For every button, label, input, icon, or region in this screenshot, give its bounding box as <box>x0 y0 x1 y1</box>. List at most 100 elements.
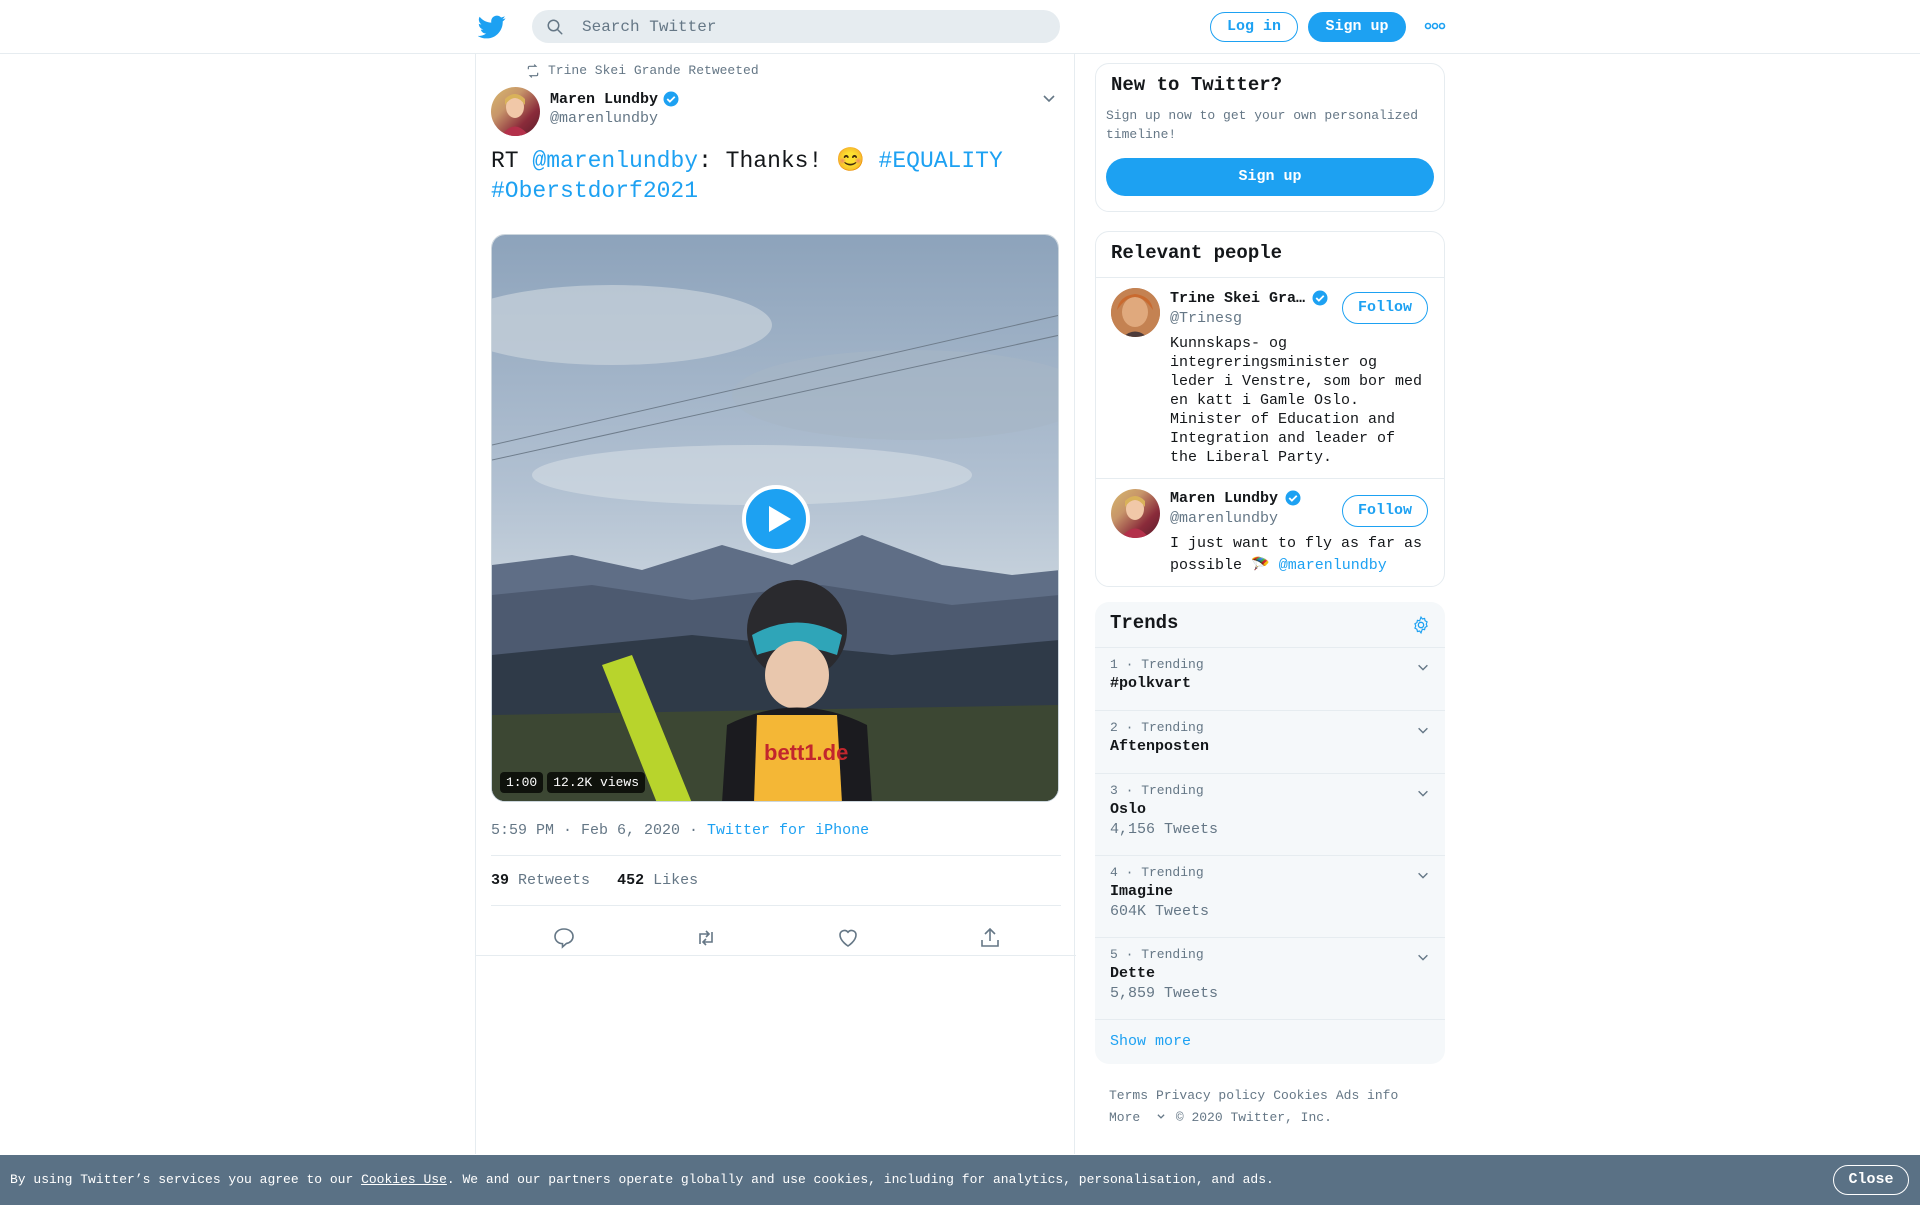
search-box[interactable] <box>532 10 1060 43</box>
person-name[interactable]: Maren Lundby <box>1170 489 1302 507</box>
tweet-text: RT @marenlundby: Thanks! 😊 #EQUALITY #Ob… <box>491 146 1051 206</box>
trend-name[interactable]: Dette <box>1110 964 1430 984</box>
reply-icon[interactable] <box>552 926 576 950</box>
trends-card: Trends 1 · Trending #polkvart 2 · Trendi… <box>1095 602 1445 1064</box>
chevron-down-icon[interactable] <box>1416 950 1430 964</box>
trend-meta: 1 · Trending <box>1110 657 1204 672</box>
retweets-label: Retweets <box>518 872 591 889</box>
settings-gear-icon[interactable] <box>1411 615 1431 635</box>
person-item[interactable]: Maren Lundby @marenlundby Follow I just … <box>1096 478 1444 587</box>
search-icon <box>547 19 563 35</box>
chevron-down-icon[interactable] <box>1416 723 1430 737</box>
tweet-text-prefix: RT <box>491 148 533 174</box>
tweet-column: Trine Skei Grande Retweeted Maren Lundby… <box>475 54 1076 1154</box>
retweets-count: 39 <box>491 872 510 889</box>
chevron-down-icon[interactable] <box>1041 90 1057 106</box>
person-avatar[interactable] <box>1111 489 1160 538</box>
like-icon[interactable] <box>836 926 860 950</box>
footer-more-label[interactable]: More <box>1109 1110 1140 1125</box>
cookie-text: By using Twitter’s services you agree to… <box>10 1172 1274 1187</box>
person-handle[interactable]: @Trinesg <box>1170 310 1242 327</box>
hashtag-equality-link[interactable]: #EQUALITY <box>879 148 1003 174</box>
video-duration: 1:00 <box>500 772 544 793</box>
retweets-stat[interactable]: 39 Retweets <box>491 872 590 889</box>
video-badges: 1:00 12.2K views <box>500 772 646 793</box>
person-avatar[interactable] <box>1111 288 1160 337</box>
author-handle[interactable]: @marenlundby <box>550 110 658 127</box>
tweet-source-link[interactable]: Twitter for iPhone <box>707 822 869 839</box>
person-item[interactable]: Trine Skei Gra… @Trinesg Follow Kunnskap… <box>1096 277 1444 478</box>
tweet-actions <box>476 920 1076 960</box>
trends-title: Trends <box>1110 612 1179 634</box>
retweet-small-icon <box>527 63 539 78</box>
trend-item[interactable]: 3 · Trending Oslo 4,156 Tweets <box>1095 773 1445 855</box>
chevron-down-icon[interactable] <box>1416 868 1430 882</box>
likes-stat[interactable]: 452 Likes <box>617 872 698 889</box>
twitter-logo-icon[interactable] <box>478 13 506 41</box>
divider <box>491 855 1061 856</box>
tweet-meta: 5:59 PM · Feb 6, 2020 · Twitter for iPho… <box>491 822 869 839</box>
person-bio: Kunnskaps- og integreringsminister og le… <box>1170 335 1423 466</box>
retweeted-by-text[interactable]: Trine Skei Grande Retweeted <box>548 63 759 78</box>
person-name-text[interactable]: Maren Lundby <box>1170 490 1278 507</box>
tweet-timestamp[interactable]: 5:59 PM · Feb 6, 2020 · <box>491 822 707 839</box>
avatar-image <box>1121 496 1149 538</box>
person-handle[interactable]: @marenlundby <box>1170 510 1278 527</box>
person-name-text[interactable]: Trine Skei Gra… <box>1170 290 1305 307</box>
trend-item[interactable]: 4 · Trending Imagine 604K Tweets <box>1095 855 1445 937</box>
avatar-image <box>1111 288 1160 337</box>
footer-more-menu[interactable]: More <box>1109 1110 1166 1125</box>
relevant-people-card: Relevant people Trine Skei Gra… @Trinesg… <box>1095 231 1445 587</box>
person-name[interactable]: Trine Skei Gra… <box>1170 289 1329 307</box>
card-title: New to Twitter? <box>1111 74 1283 96</box>
trend-item[interactable]: 2 · Trending Aftenposten <box>1095 710 1445 773</box>
person-bio: I just want to fly as far as possible 🪂 … <box>1170 533 1430 577</box>
signup-button[interactable]: Sign up <box>1308 12 1406 42</box>
trend-item[interactable]: 1 · Trending #polkvart <box>1095 647 1445 710</box>
share-icon[interactable] <box>978 926 1002 950</box>
chevron-down-icon[interactable] <box>1416 786 1430 800</box>
trend-name[interactable]: Imagine <box>1110 882 1430 902</box>
chevron-down-icon[interactable] <box>1156 1111 1166 1121</box>
author-name[interactable]: Maren Lundby <box>550 90 680 108</box>
trend-count: 604K Tweets <box>1110 903 1210 920</box>
cookie-banner: By using Twitter’s services you agree to… <box>0 1155 1920 1205</box>
footer-cookies-link[interactable]: Cookies <box>1273 1088 1328 1103</box>
verified-badge-icon <box>663 91 679 107</box>
follow-button[interactable]: Follow <box>1342 292 1428 324</box>
trend-count: 5,859 Tweets <box>1110 985 1219 1002</box>
avatar-image <box>501 94 529 136</box>
likes-label: Likes <box>653 872 699 889</box>
play-button-icon[interactable] <box>742 485 810 553</box>
trend-item[interactable]: 5 · Trending Dette 5,859 Tweets <box>1095 937 1445 1019</box>
chevron-down-icon[interactable] <box>1416 660 1430 674</box>
trend-meta: 2 · Trending <box>1110 720 1204 735</box>
bio-mention-link[interactable]: @marenlundby <box>1279 557 1387 574</box>
more-options-icon[interactable] <box>1424 20 1446 32</box>
footer-copyright: © 2020 Twitter, Inc. <box>1175 1110 1332 1125</box>
sidebar-signup-button[interactable]: Sign up <box>1106 158 1434 196</box>
tweet-mention-link[interactable]: @marenlundby <box>532 148 698 174</box>
video-views: 12.2K views <box>547 772 646 793</box>
login-button[interactable]: Log in <box>1210 12 1298 42</box>
trend-name[interactable]: Oslo <box>1110 800 1430 820</box>
footer-ads-link[interactable]: Ads info <box>1336 1088 1398 1103</box>
card-title: Relevant people <box>1111 242 1283 264</box>
hashtag-oberstdorf-link[interactable]: #Oberstdorf2021 <box>491 178 698 204</box>
retweet-icon[interactable] <box>694 926 718 950</box>
footer-terms-link[interactable]: Terms <box>1109 1088 1148 1103</box>
top-bar: Log in Sign up <box>0 0 1920 54</box>
show-more-link[interactable]: Show more <box>1095 1019 1445 1064</box>
cookies-use-link[interactable]: Cookies Use <box>361 1172 447 1187</box>
search-input[interactable] <box>582 10 1042 43</box>
author-avatar[interactable] <box>491 87 540 136</box>
author-name-text[interactable]: Maren Lundby <box>550 91 658 108</box>
close-button[interactable]: Close <box>1833 1165 1909 1195</box>
trend-name[interactable]: #polkvart <box>1110 674 1430 694</box>
follow-button[interactable]: Follow <box>1342 495 1428 527</box>
tweet-video[interactable]: bett1.de 1:00 12.2K views <box>491 234 1059 802</box>
footer-privacy-link[interactable]: Privacy policy <box>1156 1088 1265 1103</box>
trend-name[interactable]: Aftenposten <box>1110 737 1430 757</box>
new-to-twitter-card: New to Twitter? Sign up now to get your … <box>1095 63 1445 212</box>
trend-count: 4,156 Tweets <box>1110 821 1219 838</box>
